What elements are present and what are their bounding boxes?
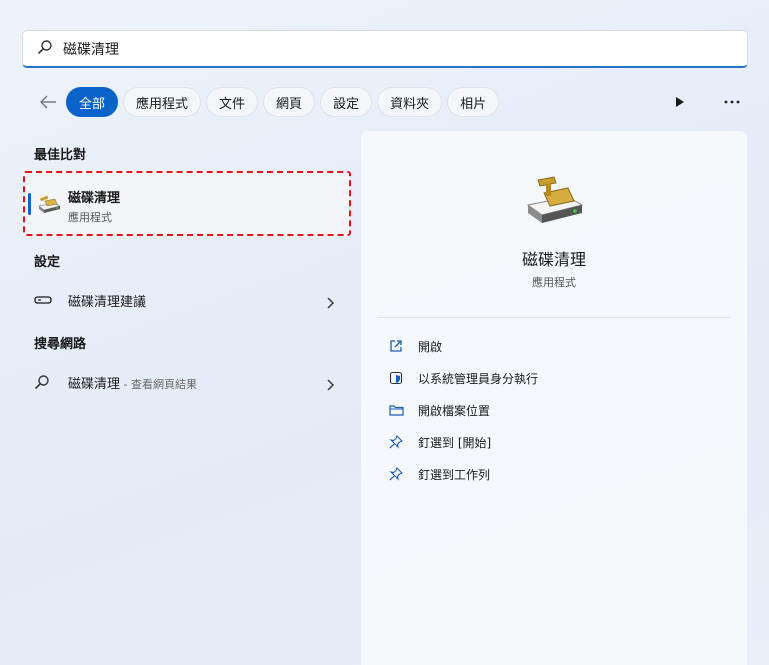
action-open[interactable]: 開啟 bbox=[388, 334, 442, 358]
web-search-label: 磁碟清理 - 查看網頁結果 bbox=[68, 373, 197, 392]
filter-chip-all[interactable]: 全部 bbox=[66, 87, 119, 117]
action-open-label: 開啟 bbox=[418, 339, 443, 354]
action-run-as-admin-label: 以系統管理員身分執行 bbox=[418, 371, 539, 386]
detail-app-type: 應用程式 bbox=[532, 276, 576, 289]
web-search-result[interactable]: 磁碟清理 - 查看網頁結果 bbox=[34, 367, 344, 397]
filter-chip-photos[interactable]: 相片 bbox=[447, 87, 500, 117]
settings-result-label: 磁碟清理建議 bbox=[68, 294, 147, 310]
action-pin-to-taskbar-label: 釘選到工作列 bbox=[418, 467, 491, 482]
best-match-result[interactable]: 磁碟清理 應用程式 bbox=[23, 171, 351, 236]
back-arrow-icon[interactable] bbox=[34, 88, 62, 116]
filter-chip-documents[interactable]: 文件 bbox=[206, 87, 259, 117]
pin-icon bbox=[388, 467, 404, 481]
best-match-subtitle: 應用程式 bbox=[68, 211, 112, 224]
filter-chip-folders[interactable]: 資料夾 bbox=[377, 87, 443, 117]
search-query-text: 磁碟清理 bbox=[63, 41, 119, 58]
chevron-right-icon bbox=[326, 376, 334, 395]
chevron-right-icon bbox=[326, 294, 334, 313]
disk-cleanup-icon bbox=[524, 175, 586, 225]
action-open-file-location-label: 開啟檔案位置 bbox=[418, 403, 491, 418]
search-icon bbox=[37, 39, 53, 59]
web-search-query: 磁碟清理 bbox=[68, 376, 121, 392]
action-open-file-location[interactable]: 開啟檔案位置 bbox=[388, 398, 490, 422]
action-pin-to-start[interactable]: 釘選到 [開始] bbox=[388, 430, 491, 454]
section-title-best-match: 最佳比對 bbox=[34, 148, 87, 163]
open-external-icon bbox=[388, 339, 404, 353]
search-icon bbox=[34, 374, 56, 390]
detail-app-name: 磁碟清理 bbox=[521, 250, 586, 269]
more-icon bbox=[724, 100, 740, 104]
filter-chip-web[interactable]: 網頁 bbox=[263, 87, 316, 117]
selection-indicator bbox=[28, 193, 31, 215]
action-pin-to-start-label: 釘選到 [開始] bbox=[418, 435, 492, 450]
more-options-button[interactable] bbox=[717, 87, 747, 117]
section-title-settings: 設定 bbox=[34, 255, 61, 270]
web-search-suffix: - 查看網頁結果 bbox=[120, 377, 197, 391]
settings-result-storage-sense[interactable]: 磁碟清理建議 bbox=[34, 285, 344, 315]
action-pin-to-taskbar[interactable]: 釘選到工作列 bbox=[388, 462, 490, 486]
play-more-filters-button[interactable] bbox=[665, 87, 695, 117]
section-title-web-search: 搜尋網路 bbox=[34, 337, 87, 352]
filter-bar: 全部 應用程式 文件 網頁 設定 資料夾 相片 bbox=[34, 86, 747, 118]
best-match-title: 磁碟清理 bbox=[68, 191, 121, 206]
action-run-as-admin[interactable]: 以系統管理員身分執行 bbox=[388, 366, 538, 390]
drive-icon bbox=[34, 296, 56, 304]
filter-chip-settings[interactable]: 設定 bbox=[320, 87, 373, 117]
search-input[interactable]: 磁碟清理 bbox=[22, 30, 748, 68]
folder-icon bbox=[388, 404, 404, 416]
detail-panel: 磁碟清理 應用程式 開啟 以系統管理員身分執行 開啟檔案位置 釘選到 [開始] … bbox=[361, 131, 747, 665]
play-icon bbox=[676, 97, 684, 107]
filter-chip-apps[interactable]: 應用程式 bbox=[123, 87, 202, 117]
shield-icon bbox=[388, 371, 404, 385]
divider bbox=[377, 317, 731, 318]
disk-cleanup-icon bbox=[37, 193, 61, 215]
pin-icon bbox=[388, 435, 404, 449]
